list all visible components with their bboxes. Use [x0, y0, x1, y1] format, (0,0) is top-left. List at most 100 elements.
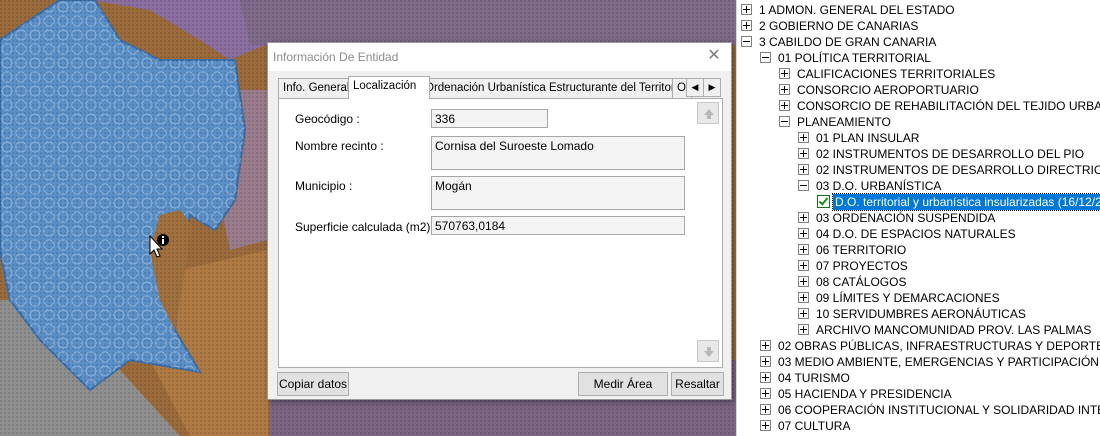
expand-plus-icon[interactable]	[741, 4, 752, 15]
resaltar-button[interactable]: Resaltar	[671, 372, 724, 396]
panel-scrollbar[interactable]	[697, 102, 719, 362]
tree-item[interactable]: 04 TURISMO	[737, 370, 1100, 386]
scroll-up-icon[interactable]	[697, 102, 719, 124]
scroll-down-icon[interactable]	[697, 340, 719, 362]
expand-plus-icon[interactable]	[798, 148, 809, 159]
tree-item[interactable]: 02 INSTRUMENTOS DE DESARROLLO DEL PIO	[737, 146, 1100, 162]
tree-item-label: D.O. territorial y urbanística insulariz…	[832, 193, 1100, 211]
expand-plus-icon[interactable]	[798, 164, 809, 175]
tree-item-label: 1 ADMON. GENERAL DEL ESTADO	[759, 3, 955, 17]
tree-item[interactable]: 02 OBRAS PÚBLICAS, INFRAESTRUCTURAS Y DE…	[737, 338, 1100, 354]
copiar-datos-button[interactable]: Copiar datos	[277, 372, 349, 396]
expand-plus-icon[interactable]	[760, 356, 771, 367]
tree-item[interactable]: 09 LÍMITES Y DEMARCACIONES	[737, 290, 1100, 306]
nombre-recinto-field[interactable]: Cornisa del Suroeste Lomado	[431, 136, 685, 170]
tree-item[interactable]: PLANEAMIENTO	[737, 114, 1100, 130]
expand-plus-icon[interactable]	[798, 228, 809, 239]
tree-item-label: 3 CABILDO DE GRAN CANARIA	[759, 35, 937, 49]
tree-item-label: 04 TURISMO	[778, 371, 850, 385]
tree-item[interactable]: 03 MEDIO AMBIENTE, EMERGENCIAS Y PARTICI…	[737, 354, 1100, 370]
collapse-minus-icon[interactable]	[760, 52, 771, 63]
expand-plus-icon[interactable]	[798, 132, 809, 143]
tree-item[interactable]: ARCHIVO MANCOMUNIDAD PROV. LAS PALMAS	[737, 322, 1100, 338]
tree-item[interactable]: CONSORCIO DE REHABILITACIÓN DEL TEJIDO U…	[737, 98, 1100, 114]
tree-item[interactable]: 10 SERVIDUMBRES AERONÁUTICAS	[737, 306, 1100, 322]
collapse-minus-icon[interactable]	[741, 36, 752, 47]
geocodigo-field[interactable]: 336	[431, 109, 548, 128]
expand-plus-icon[interactable]	[798, 308, 809, 319]
tab-info-general[interactable]: Info. General	[278, 78, 358, 98]
tree-item[interactable]: CALIFICACIONES TERRITORIALES	[737, 66, 1100, 82]
dialog-titlebar[interactable]: Información De Entidad ✕	[268, 43, 731, 71]
tree-item-label: 02 INSTRUMENTOS DE DESARROLLO DIRECTRICE…	[816, 163, 1100, 177]
expand-plus-icon[interactable]	[760, 404, 771, 415]
tree-item[interactable]: 05 HACIENDA Y PRESIDENCIA	[737, 386, 1100, 402]
tree-item[interactable]: 1 ADMON. GENERAL DEL ESTADO	[737, 2, 1100, 18]
entity-info-dialog: Información De Entidad ✕ Info. General L…	[267, 42, 732, 400]
tree-item[interactable]: D.O. territorial y urbanística insulariz…	[737, 193, 1100, 211]
tree-item-label: 07 PROYECTOS	[816, 259, 908, 273]
tree-item-label: 02 OBRAS PÚBLICAS, INFRAESTRUCTURAS Y DE…	[778, 339, 1100, 353]
tab-ordenacion-urbanistica[interactable]: Ordenación Urbanística Estructurante del…	[420, 78, 678, 98]
expand-plus-icon[interactable]	[779, 84, 790, 95]
tree-item-label: CONSORCIO DE REHABILITACIÓN DEL TEJIDO U…	[797, 99, 1100, 113]
tree-item-label: 04 D.O. DE ESPACIOS NATURALES	[816, 227, 1016, 241]
tree-item[interactable]: 02 INSTRUMENTOS DE DESARROLLO DIRECTRICE…	[737, 162, 1100, 178]
tree-item-label: CALIFICACIONES TERRITORIALES	[797, 67, 996, 81]
layer-checkbox-icon[interactable]	[817, 195, 830, 208]
tree-item-label: PLANEAMIENTO	[797, 115, 891, 129]
tree-item[interactable]: 03 ORDENACIÓN SUSPENDIDA	[737, 210, 1100, 226]
expand-plus-icon[interactable]	[760, 340, 771, 351]
tree-item-label: 02 INSTRUMENTOS DE DESARROLLO DEL PIO	[816, 147, 1085, 161]
tree-item-label: 2 GOBIERNO DE CANARIAS	[759, 19, 919, 33]
tree-item[interactable]: 06 COOPERACIÓN INSTITUCIONAL Y SOLIDARID…	[737, 402, 1100, 418]
expand-plus-icon[interactable]	[798, 276, 809, 287]
expand-plus-icon[interactable]	[798, 260, 809, 271]
tree-item-label: 09 LÍMITES Y DEMARCACIONES	[816, 291, 1000, 305]
tree-item[interactable]: 2 GOBIERNO DE CANARIAS	[737, 18, 1100, 34]
expand-plus-icon[interactable]	[779, 68, 790, 79]
tree-item-label: 03 ORDENACIÓN SUSPENDIDA	[816, 211, 996, 225]
tree-item-label: 10 SERVIDUMBRES AERONÁUTICAS	[816, 307, 1026, 321]
tree-item[interactable]: 3 CABILDO DE GRAN CANARIA	[737, 34, 1100, 50]
collapse-minus-icon[interactable]	[779, 116, 790, 127]
tab-scroll-left-icon[interactable]: ◀	[686, 78, 704, 97]
close-icon[interactable]: ✕	[703, 46, 725, 66]
expand-plus-icon[interactable]	[798, 324, 809, 335]
tab-strip: Info. General Localización Ordenación Ur…	[278, 76, 726, 99]
tree-item[interactable]: 07 PROYECTOS	[737, 258, 1100, 274]
tree-item[interactable]: 04 D.O. DE ESPACIOS NATURALES	[737, 226, 1100, 242]
tree-item-label: 03 MEDIO AMBIENTE, EMERGENCIAS Y PARTICI…	[778, 355, 1100, 369]
municipio-field[interactable]: Mogán	[431, 176, 685, 210]
medir-area-button[interactable]: Medir Área	[578, 372, 668, 396]
expand-plus-icon[interactable]	[741, 20, 752, 31]
superficie-field[interactable]: 570763,0184	[431, 216, 685, 235]
expand-plus-icon[interactable]	[798, 212, 809, 223]
expand-plus-icon[interactable]	[798, 244, 809, 255]
expand-plus-icon[interactable]	[798, 292, 809, 303]
collapse-minus-icon[interactable]	[798, 180, 809, 191]
expand-plus-icon[interactable]	[779, 100, 790, 111]
tree-item[interactable]: 08 CATÁLOGOS	[737, 274, 1100, 290]
tab-localizacion[interactable]: Localización	[348, 76, 430, 99]
tree-item-label: 05 HACIENDA Y PRESIDENCIA	[778, 387, 952, 401]
expand-plus-icon[interactable]	[760, 420, 771, 431]
nombre-recinto-label: Nombre recinto :	[295, 139, 384, 153]
tree-item[interactable]: 06 TERRITORIO	[737, 242, 1100, 258]
tree-item[interactable]: 07 CULTURA	[737, 418, 1100, 434]
superficie-label: Superficie calculada (m2) :	[295, 220, 438, 234]
tree-item[interactable]: 03 D.O. URBANÍSTICA	[737, 178, 1100, 194]
tree-item-label: 01 PLAN INSULAR	[816, 131, 920, 145]
tree-item-label: CONSORCIO AEROPORTUARIO	[797, 83, 979, 97]
tree-item[interactable]: 01 PLAN INSULAR	[737, 130, 1100, 146]
tree-item-label: ARCHIVO MANCOMUNIDAD PROV. LAS PALMAS	[816, 323, 1092, 337]
tree-item[interactable]: 01 POLÍTICA TERRITORIAL	[737, 50, 1100, 66]
localizacion-panel: Geocódigo : 336 Nombre recinto : Cornisa…	[278, 98, 723, 368]
expand-plus-icon[interactable]	[760, 372, 771, 383]
municipio-label: Municipio :	[295, 179, 353, 193]
tab-scroll-right-icon[interactable]: ▶	[703, 78, 721, 97]
tree-item-label: 06 TERRITORIO	[816, 243, 907, 257]
expand-plus-icon[interactable]	[760, 388, 771, 399]
geocodigo-label: Geocódigo :	[295, 112, 360, 126]
tree-item[interactable]: CONSORCIO AEROPORTUARIO	[737, 82, 1100, 98]
